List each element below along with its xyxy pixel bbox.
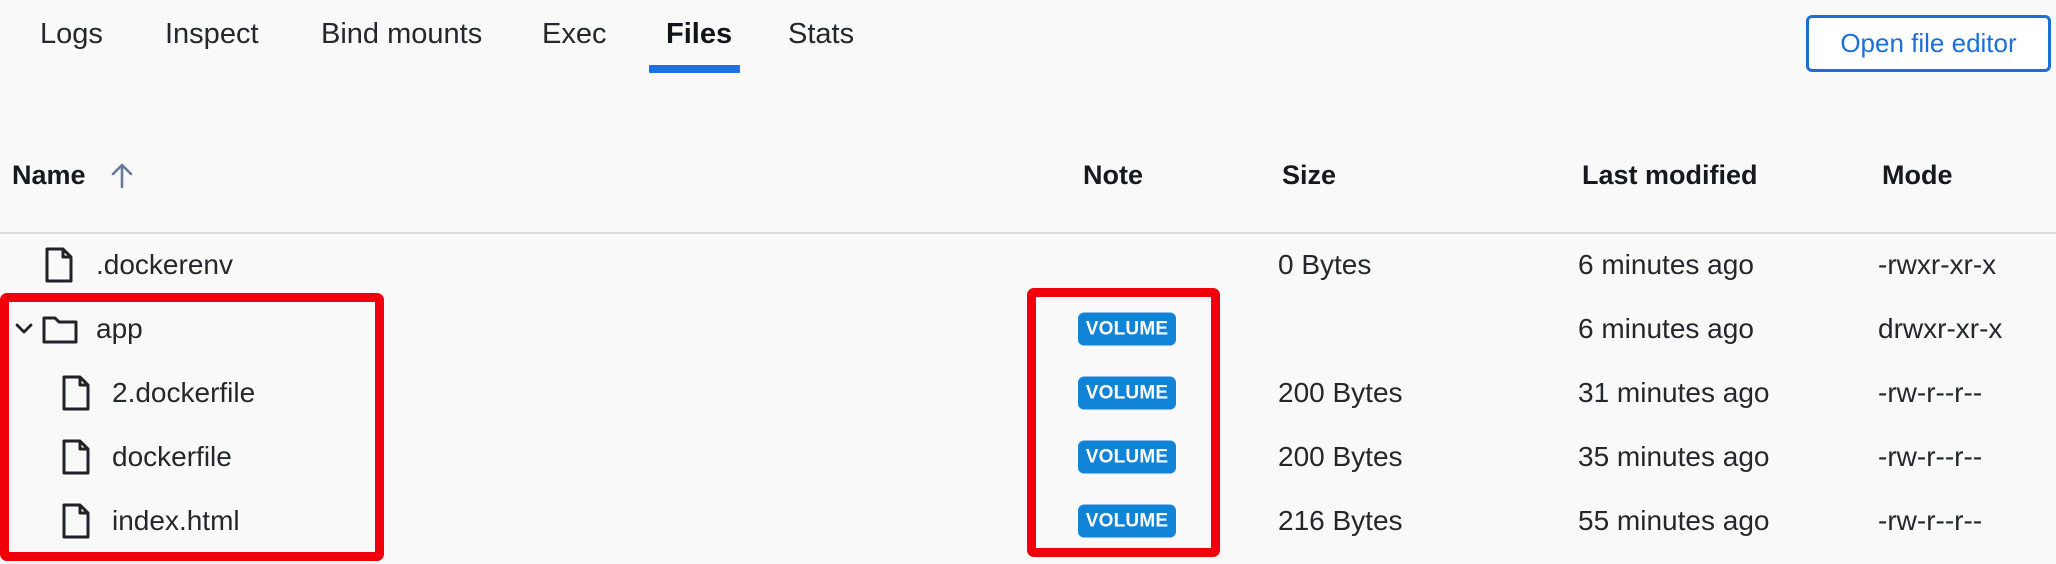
table-row[interactable]: dockerfile VOLUME 200 Bytes 35 minutes a… — [0, 425, 2056, 489]
tab-inspect[interactable]: Inspect — [165, 18, 259, 51]
volume-badge: VOLUME — [1078, 440, 1176, 474]
file-mode: -rw-r--r-- — [1878, 505, 1983, 536]
table-row[interactable]: 2.dockerfile VOLUME 200 Bytes 31 minutes… — [0, 361, 2056, 425]
table-row[interactable]: .dockerenv 0 Bytes 6 minutes ago -rwxr-x… — [0, 233, 2056, 297]
file-name: .dockerenv — [96, 249, 233, 280]
file-last-modified: 6 minutes ago — [1578, 249, 1754, 280]
chevron-down-icon[interactable] — [14, 322, 34, 336]
file-mode: -rw-r--r-- — [1878, 441, 1983, 472]
file-size: 200 Bytes — [1278, 441, 1403, 472]
file-last-modified: 55 minutes ago — [1578, 505, 1770, 536]
folder-name: app — [96, 313, 143, 344]
file-icon — [62, 439, 90, 475]
column-header-mode[interactable]: Mode — [1882, 160, 1953, 191]
active-tab-indicator — [649, 65, 740, 73]
file-icon — [45, 247, 73, 283]
column-header-size[interactable]: Size — [1282, 160, 1336, 191]
file-name: dockerfile — [112, 441, 232, 472]
file-size: 0 Bytes — [1278, 249, 1372, 280]
folder-icon — [42, 316, 78, 344]
file-name: 2.dockerfile — [112, 377, 256, 408]
file-icon — [62, 375, 90, 411]
file-last-modified: 35 minutes ago — [1578, 441, 1770, 472]
file-size: 216 Bytes — [1278, 505, 1403, 536]
tab-logs[interactable]: Logs — [40, 18, 103, 51]
file-mode: -rw-r--r-- — [1878, 377, 1983, 408]
file-mode: drwxr-xr-x — [1878, 313, 2003, 344]
file-last-modified: 31 minutes ago — [1578, 377, 1770, 408]
volume-badge: VOLUME — [1078, 504, 1176, 538]
column-header-note[interactable]: Note — [1083, 160, 1143, 191]
file-mode: -rwxr-xr-x — [1878, 249, 1997, 280]
volume-badge: VOLUME — [1078, 312, 1176, 346]
tab-exec[interactable]: Exec — [542, 18, 606, 51]
container-files-view: Logs Inspect Bind mounts Exec Files Stat… — [0, 0, 2056, 564]
tab-stats[interactable]: Stats — [788, 18, 854, 51]
table-row[interactable]: app VOLUME 6 minutes ago drwxr-xr-x — [0, 297, 2056, 361]
volume-badge: VOLUME — [1078, 376, 1176, 410]
column-header-last-modified[interactable]: Last modified — [1582, 160, 1758, 191]
file-icon — [62, 503, 90, 539]
file-name: index.html — [112, 505, 240, 536]
tab-files[interactable]: Files — [666, 18, 732, 51]
file-size: 200 Bytes — [1278, 377, 1403, 408]
tab-bind-mounts[interactable]: Bind mounts — [321, 18, 482, 51]
column-header-name[interactable]: Name — [12, 160, 86, 191]
open-file-editor-button[interactable]: Open file editor — [1806, 15, 2051, 72]
table-row[interactable]: index.html VOLUME 216 Bytes 55 minutes a… — [0, 489, 2056, 553]
arrow-up-icon[interactable] — [107, 160, 137, 192]
file-last-modified: 6 minutes ago — [1578, 313, 1754, 344]
